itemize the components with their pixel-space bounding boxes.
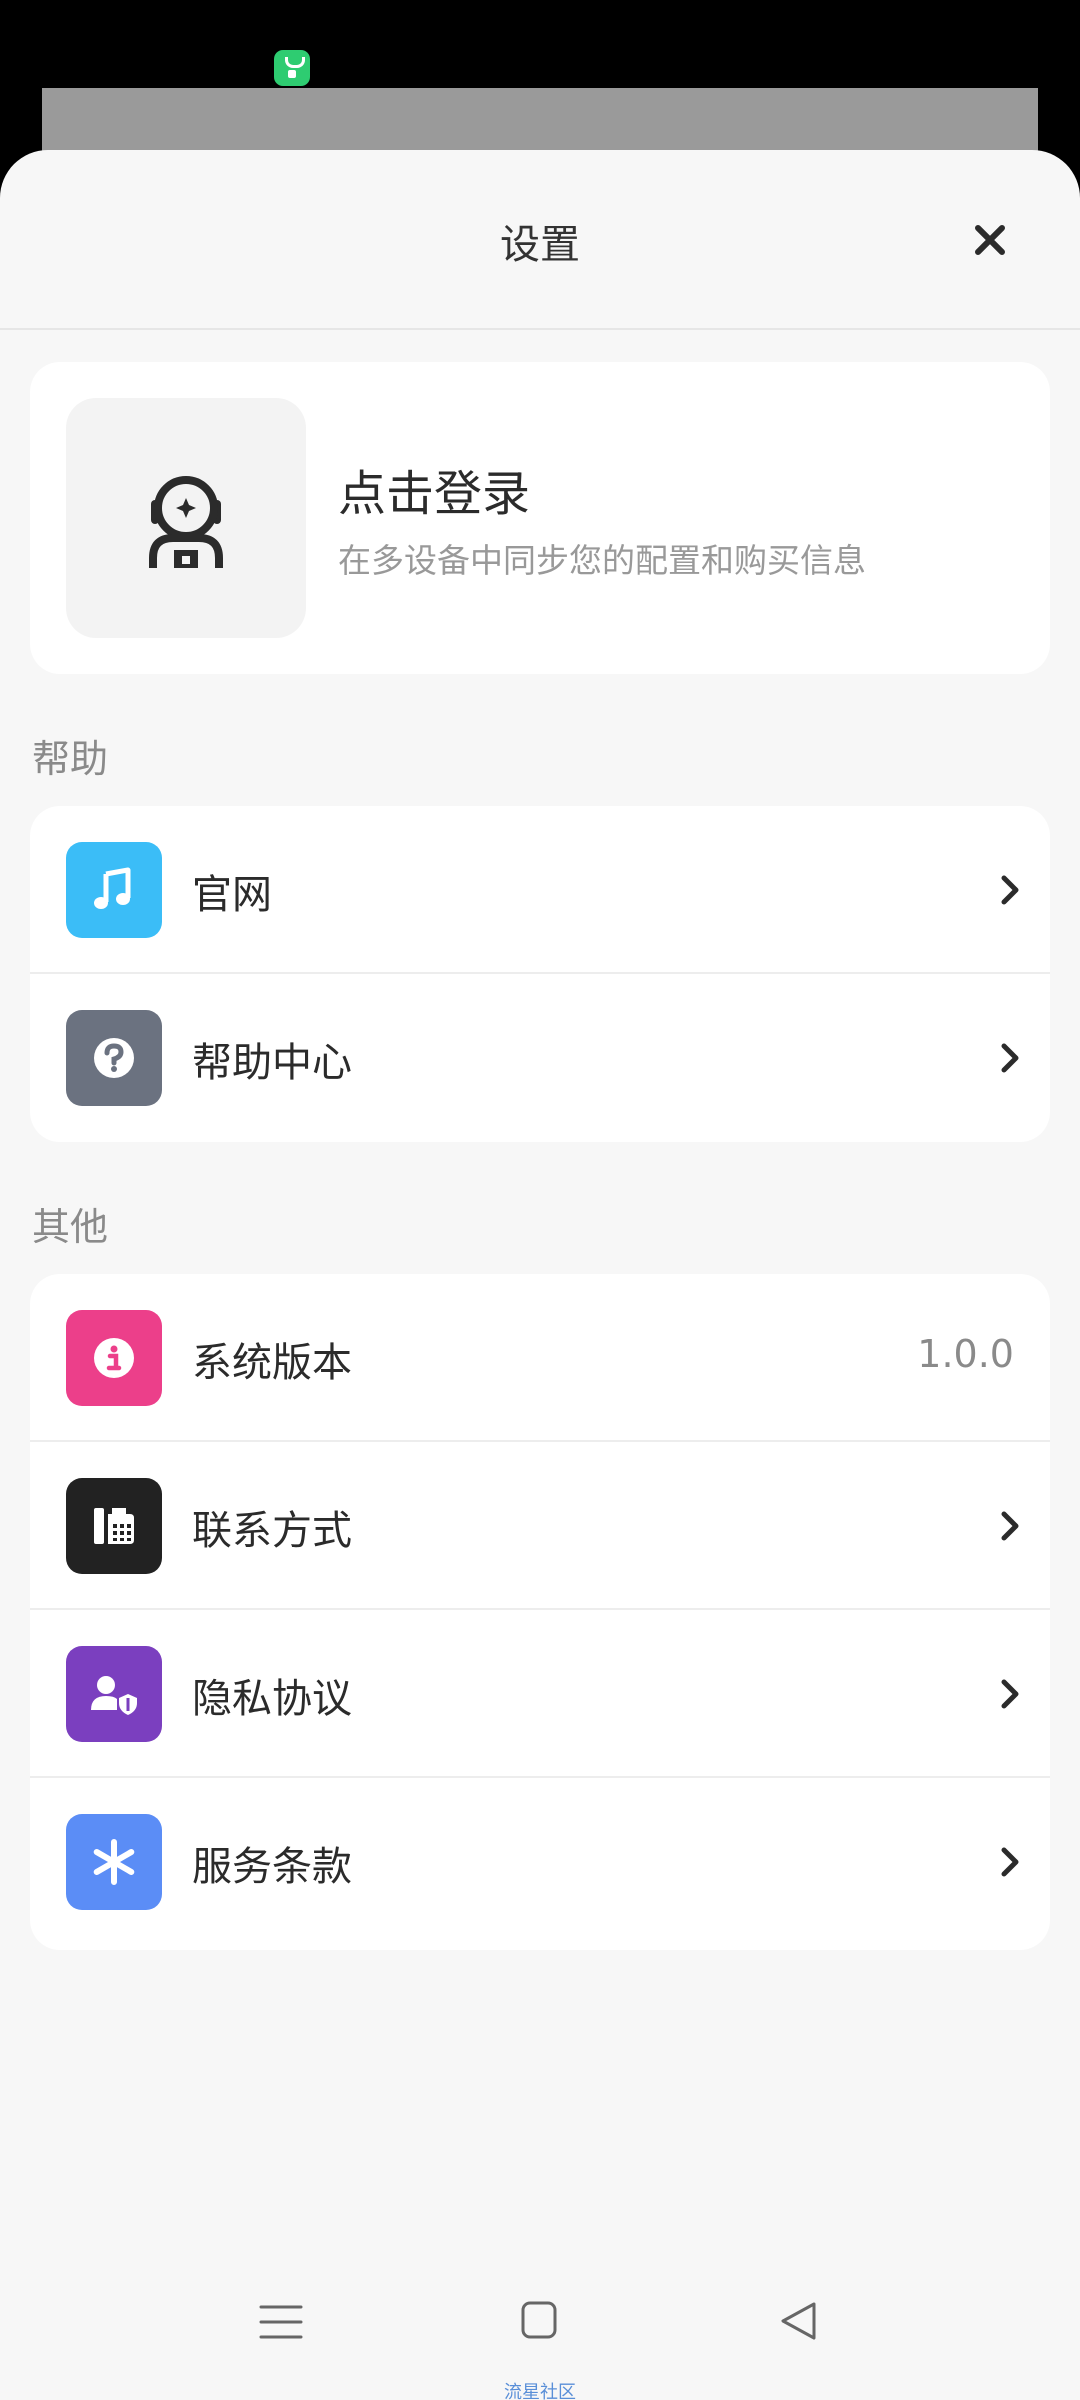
row-label: 联系方式 <box>192 1508 352 1554</box>
settings-sheet: 设置 点击登录 在多设备中同步您的配置和购买信息 帮助 官网 帮助中心 其他 系… <box>0 150 1080 2400</box>
section-label-help: 帮助 <box>32 737 109 781</box>
row-label: 官网 <box>192 872 272 918</box>
info-circle-icon <box>66 1310 162 1406</box>
row-label: 系统版本 <box>192 1340 352 1386</box>
login-card[interactable]: 点击登录 在多设备中同步您的配置和购买信息 <box>30 362 1050 674</box>
chevron-right-icon <box>1001 1511 1019 1541</box>
help-card: 官网 帮助中心 <box>30 806 1050 1142</box>
row-help-center[interactable]: 帮助中心 <box>30 974 1050 1142</box>
row-label: 隐私协议 <box>192 1676 352 1722</box>
avatar <box>66 398 306 638</box>
login-title: 点击登录 <box>338 466 531 522</box>
row-system-version: 系统版本 1.0.0 <box>30 1274 1050 1442</box>
astronaut-icon <box>149 476 223 568</box>
navigation-bar: 流星社区 <box>0 2260 1080 2400</box>
close-icon <box>975 225 1005 255</box>
back-icon[interactable] <box>778 2300 818 2342</box>
row-terms[interactable]: 服务条款 <box>30 1778 1050 1946</box>
chevron-right-icon <box>1001 1679 1019 1709</box>
version-value: 1.0.0 <box>917 1332 1014 1376</box>
music-note-icon <box>66 842 162 938</box>
close-button[interactable] <box>960 210 1020 270</box>
chevron-right-icon <box>1001 875 1019 905</box>
status-bar <box>0 0 1080 88</box>
section-label-other: 其他 <box>32 1205 109 1249</box>
row-privacy[interactable]: 隐私协议 <box>30 1610 1050 1778</box>
login-subtitle: 在多设备中同步您的配置和购买信息 <box>338 541 866 580</box>
fax-icon <box>66 1478 162 1574</box>
app-notification-icon <box>274 50 310 86</box>
row-label: 帮助中心 <box>192 1040 352 1086</box>
sheet-title: 设置 <box>500 222 580 268</box>
menu-icon[interactable] <box>258 2302 304 2342</box>
background-content <box>42 88 1038 158</box>
chevron-right-icon <box>1001 1847 1019 1877</box>
sheet-header: 设置 <box>0 150 1080 330</box>
row-official-site[interactable]: 官网 <box>30 806 1050 974</box>
nav-caption: 流星社区 <box>504 2382 576 2400</box>
other-card: 系统版本 1.0.0 联系方式 隐私协议 服务条款 <box>30 1274 1050 1950</box>
row-label: 服务条款 <box>192 1844 352 1890</box>
home-icon[interactable] <box>521 2300 557 2340</box>
chevron-right-icon <box>1001 1043 1019 1073</box>
question-circle-icon <box>66 1010 162 1106</box>
row-contact[interactable]: 联系方式 <box>30 1442 1050 1610</box>
asterisk-icon <box>66 1814 162 1910</box>
user-shield-icon <box>66 1646 162 1742</box>
